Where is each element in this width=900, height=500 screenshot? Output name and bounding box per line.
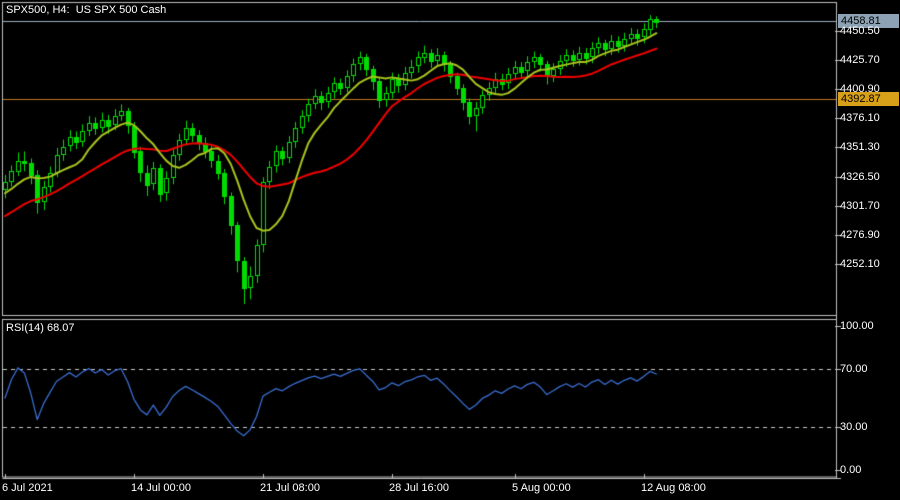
main-chart-panel[interactable] <box>3 3 836 315</box>
chart-window: SPX500, H4: US SPX 500 Cash RSI(14) 68.0… <box>0 0 900 500</box>
rsi-scale-label: 100.00 <box>840 320 874 332</box>
price-axis-label: 4425.70 <box>840 54 880 66</box>
rsi-panel[interactable] <box>3 320 836 477</box>
price-axis-label: 4301.70 <box>840 200 880 212</box>
price-axis-label: 4450.50 <box>840 25 880 37</box>
time-axis-label: 14 Jul 00:00 <box>131 482 191 494</box>
rsi-scale-label: 0.00 <box>840 464 862 476</box>
time-axis-label: 5 Aug 00:00 <box>512 482 571 494</box>
price-axis-label: 4376.10 <box>840 112 880 124</box>
rsi-indicator-label: RSI(14) 68.07 <box>6 322 75 334</box>
price-axis-label: 4400.90 <box>840 83 880 95</box>
rsi-scale-label: 30.00 <box>840 421 868 433</box>
price-axis-label: 4326.50 <box>840 171 880 183</box>
price-axis-label: 4252.10 <box>840 258 880 270</box>
chart-overlay: SPX500, H4: US SPX 500 Cash RSI(14) 68.0… <box>0 0 900 500</box>
chart-title: SPX500, H4: US SPX 500 Cash <box>6 4 167 16</box>
price-axis-label: 4351.30 <box>840 141 880 153</box>
time-axis-label: 21 Jul 08:00 <box>260 482 320 494</box>
time-axis-label: 28 Jul 16:00 <box>389 482 449 494</box>
time-axis-label: 6 Jul 2021 <box>2 482 53 494</box>
time-axis-label: 12 Aug 08:00 <box>641 482 706 494</box>
rsi-scale-label: 70.00 <box>840 363 868 375</box>
price-axis-label: 4276.90 <box>840 229 880 241</box>
